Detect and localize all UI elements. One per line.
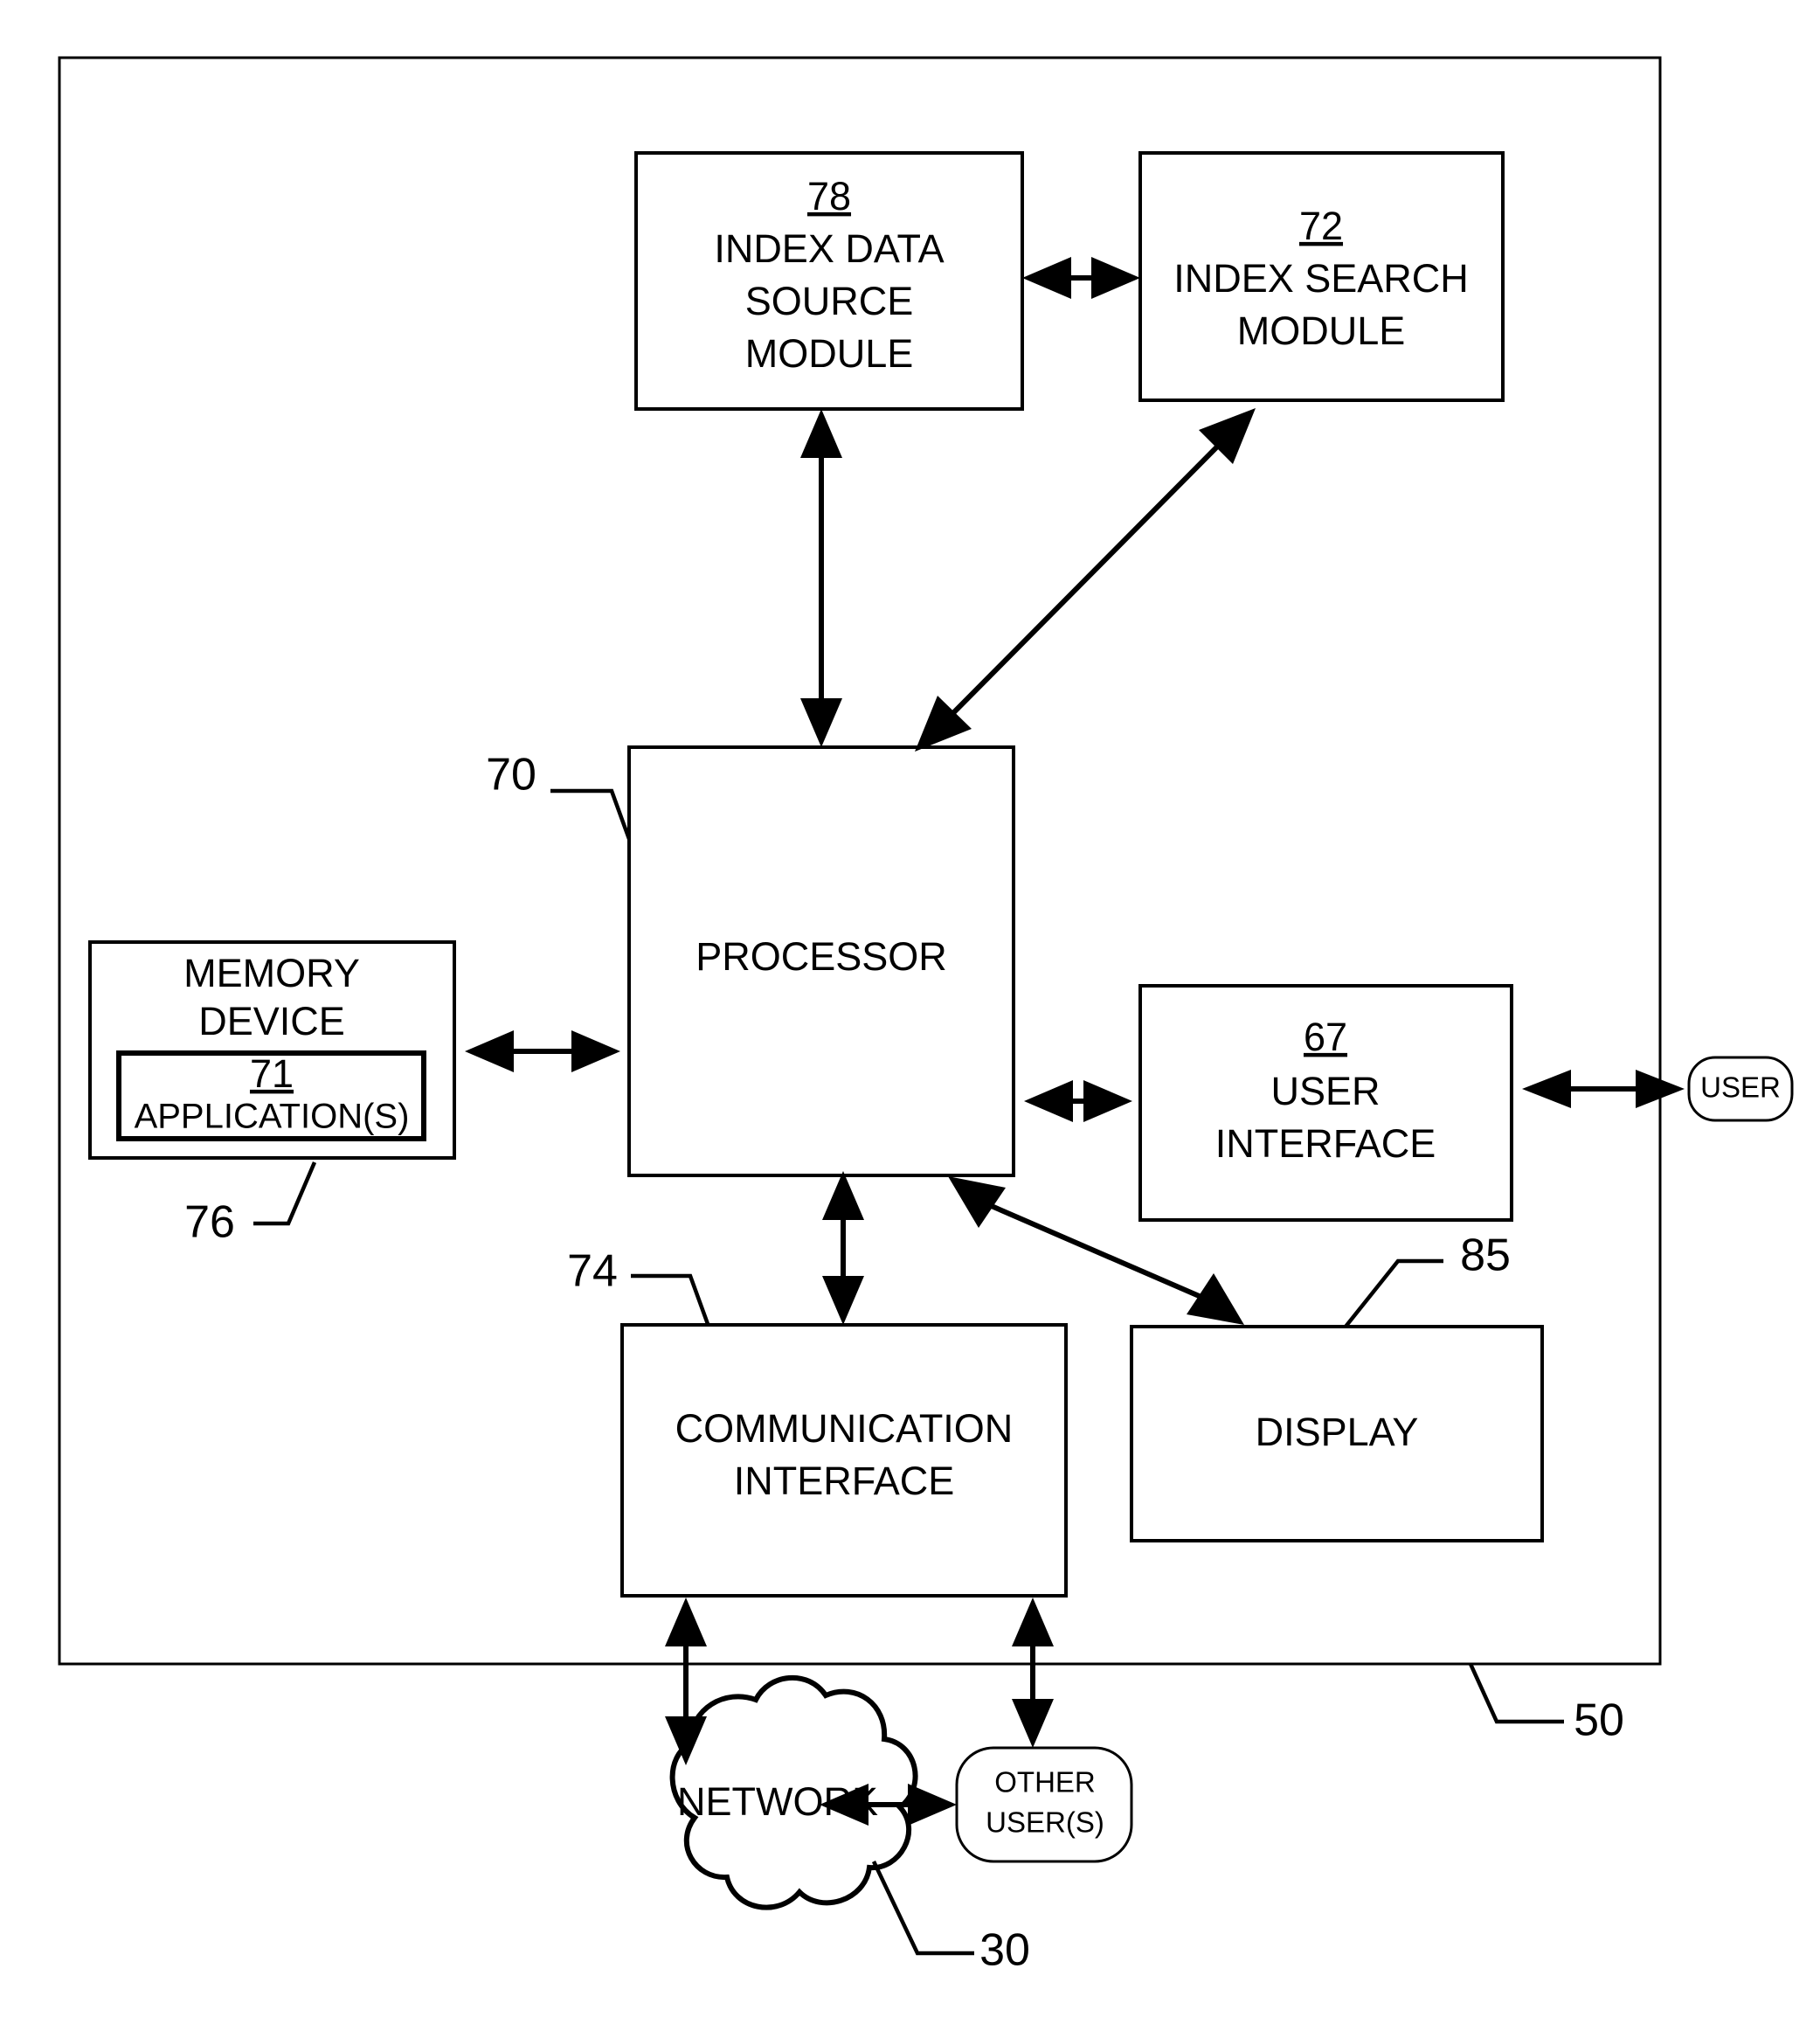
connector-communication-interface-to-network bbox=[665, 1598, 707, 1765]
leader-line-30 bbox=[871, 1861, 974, 1956]
display-ref-number: 85 bbox=[1460, 1230, 1511, 1281]
index-data-source-ref: 78 bbox=[807, 174, 851, 218]
applications-label: APPLICATION(S) bbox=[135, 1098, 410, 1136]
index-search-ref: 72 bbox=[1299, 204, 1343, 248]
network-ref-number: 30 bbox=[979, 1925, 1030, 1976]
connector-index-data-to-index-search bbox=[1022, 257, 1140, 299]
apparatus-boundary-ref-number: 50 bbox=[1574, 1695, 1624, 1746]
connector-processor-to-user-interface bbox=[1024, 1080, 1132, 1122]
leader-line-50 bbox=[1468, 1663, 1564, 1724]
network-label: NETWORK bbox=[677, 1779, 878, 1824]
connector-processor-to-communication-interface bbox=[822, 1171, 864, 1325]
user-interface-label-line2: INTERFACE bbox=[1215, 1121, 1436, 1166]
display-label: DISPLAY bbox=[1256, 1410, 1419, 1454]
communication-interface-label-line1: COMMUNICATION bbox=[675, 1406, 1014, 1451]
memory-device-label-line2: DEVICE bbox=[198, 999, 345, 1043]
connector-communication-interface-to-other-users bbox=[1012, 1598, 1054, 1748]
index-data-source-label-line2: SOURCE bbox=[745, 279, 914, 323]
index-search-label-line1: INDEX SEARCH bbox=[1173, 256, 1469, 301]
user-label: USER bbox=[1700, 1071, 1781, 1104]
memory-device-label-line1: MEMORY bbox=[183, 951, 360, 995]
other-users-label-line2: USER(S) bbox=[986, 1806, 1104, 1839]
processor-label: PROCESSOR bbox=[695, 934, 947, 979]
communication-interface-label-line2: INTERFACE bbox=[734, 1459, 955, 1503]
user-interface-ref: 67 bbox=[1304, 1015, 1347, 1059]
leader-line-85 bbox=[1344, 1258, 1443, 1328]
connector-processor-to-index-search bbox=[915, 408, 1256, 752]
block-diagram-svg: 78 INDEX DATA SOURCE MODULE 72 INDEX SEA… bbox=[58, 56, 1794, 1976]
memory-device-ref-number: 76 bbox=[184, 1197, 235, 1248]
processor-ref-number: 70 bbox=[486, 750, 536, 801]
user-interface-label-line1: USER bbox=[1270, 1069, 1380, 1113]
index-data-source-label-line3: MODULE bbox=[745, 331, 914, 376]
connector-memory-to-processor bbox=[465, 1030, 620, 1072]
other-users-label-line1: OTHER bbox=[994, 1766, 1096, 1799]
leader-line-70 bbox=[550, 788, 632, 840]
connector-processor-to-index-data-source bbox=[800, 409, 842, 747]
applications-ref: 71 bbox=[250, 1051, 294, 1096]
leader-line-76 bbox=[253, 1161, 317, 1226]
leader-line-74 bbox=[631, 1273, 710, 1325]
communication-interface-ref-number: 74 bbox=[567, 1246, 618, 1297]
index-search-label-line2: MODULE bbox=[1237, 308, 1406, 353]
connector-processor-to-display bbox=[948, 1176, 1244, 1325]
other-users-capsule[interactable] bbox=[955, 1746, 1133, 1863]
figure-canvas: 78 INDEX DATA SOURCE MODULE 72 INDEX SEA… bbox=[0, 0, 1820, 2017]
index-data-source-label-line1: INDEX DATA bbox=[714, 226, 944, 271]
